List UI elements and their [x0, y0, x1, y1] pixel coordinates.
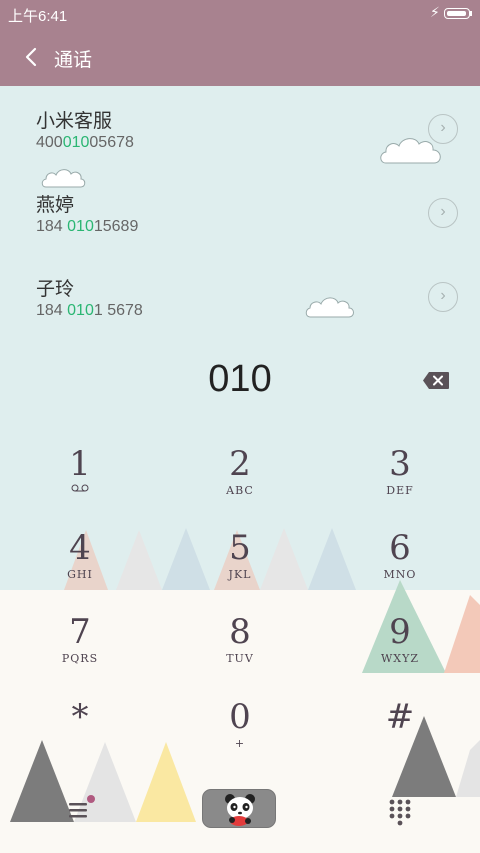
contact-number: 184 01015689 — [36, 218, 139, 235]
status-bar: 上午6:41 ⚡ — [0, 0, 480, 28]
contact-name: 燕婷 — [36, 195, 75, 216]
voicemail-icon — [71, 484, 89, 492]
key-hash[interactable]: # — [320, 693, 480, 777]
contact-detail-button[interactable]: › — [428, 198, 458, 228]
key-5[interactable]: 5 JKL — [160, 524, 320, 608]
key-7[interactable]: 7 PQRS — [0, 608, 160, 692]
panda-call-button[interactable] — [202, 789, 276, 828]
cloud-decoration — [41, 169, 86, 188]
contact-match-list: 小米客服 40001005678 › 燕婷 184 01015689 › 子玲 … — [0, 86, 480, 346]
chevron-right-icon: › — [440, 287, 446, 304]
key-0[interactable]: 0 + — [160, 693, 320, 777]
battery-icon — [444, 8, 470, 19]
cloud-decoration — [380, 138, 441, 164]
charging-icon: ⚡ — [430, 4, 440, 20]
back-icon[interactable] — [20, 44, 46, 70]
contact-number: 40001005678 — [36, 134, 134, 151]
dialed-number-display: 010 — [208, 358, 272, 400]
matched-digits: 010 — [62, 134, 90, 151]
contact-detail-button[interactable]: › — [428, 282, 458, 312]
cloud-decoration — [305, 297, 354, 318]
contact-name: 子玲 — [36, 279, 75, 300]
key-9[interactable]: 9 WXYZ — [320, 608, 480, 692]
menu-icon[interactable] — [62, 792, 96, 824]
backspace-icon[interactable] — [422, 371, 450, 390]
key-3[interactable]: 3 DEF — [320, 440, 480, 524]
key-1[interactable]: 1 — [0, 440, 160, 524]
contact-number: 184 0101 5678 — [36, 302, 143, 319]
status-time: 上午6:41 — [8, 8, 68, 25]
contact-name: 小米客服 — [36, 111, 113, 132]
page-title: 通话 — [54, 50, 93, 71]
dialpad-icon[interactable] — [388, 794, 412, 826]
contact-match-item[interactable]: 子玲 184 0101 5678 › — [0, 254, 480, 338]
key-4[interactable]: 4 GHI — [0, 524, 160, 608]
key-2[interactable]: 2 ABC — [160, 440, 320, 524]
key-8[interactable]: 8 TUV — [160, 608, 320, 692]
key-star[interactable]: * — [0, 693, 160, 777]
chevron-right-icon: › — [440, 203, 446, 220]
matched-digits: 010 — [67, 218, 94, 235]
matched-digits: 010 — [67, 302, 94, 319]
key-6[interactable]: 6 MNO — [320, 524, 480, 608]
bottom-action-bar — [0, 770, 480, 853]
title-bar: 通话 — [0, 28, 480, 86]
panda-icon — [225, 794, 255, 826]
